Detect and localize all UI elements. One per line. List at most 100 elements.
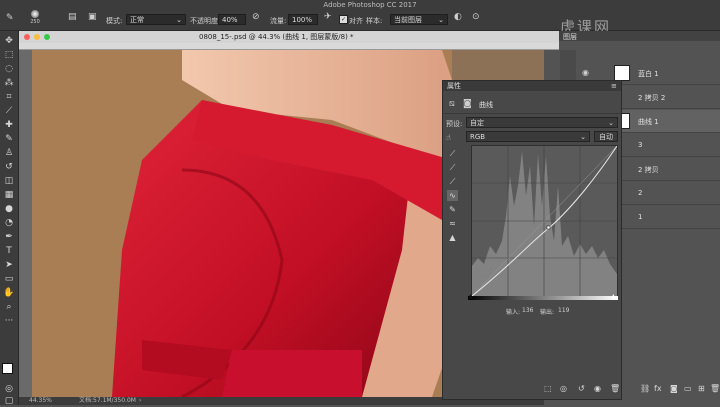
lasso-tool-icon[interactable]: ◌ xyxy=(3,63,15,75)
more-tools-icon[interactable]: ··· xyxy=(3,315,15,327)
eyedropper-tool-icon[interactable]: ⟋ xyxy=(3,105,15,117)
align-label: 对齐 xyxy=(349,17,363,25)
layer-name: 3 xyxy=(638,141,643,149)
flow-label: 流量: xyxy=(270,17,287,25)
set-gray-point-icon[interactable]: ⟋ xyxy=(447,162,458,173)
edit-points-icon[interactable]: ∿ xyxy=(447,190,458,201)
pressure-opacity-icon[interactable]: ⊘ xyxy=(252,12,260,22)
zoom-tool-icon[interactable]: ⌕ xyxy=(3,301,15,313)
airbrush-icon[interactable]: ✈ xyxy=(324,12,332,22)
new-layer-icon[interactable]: ⊞ xyxy=(698,384,705,393)
ignore-adjustment-icon[interactable]: ◐ xyxy=(454,12,462,22)
output-value[interactable]: 119 xyxy=(558,307,569,314)
opacity-value: 40% xyxy=(222,16,238,24)
pressure-size-icon[interactable]: ⊙ xyxy=(472,12,480,22)
brush-preset-picker[interactable]: 250 xyxy=(26,8,44,26)
white-slider-icon[interactable]: ▲ xyxy=(611,293,616,300)
magic-wand-tool-icon[interactable]: ⁂ xyxy=(3,77,15,89)
preset-select[interactable]: 自定 ⌄ xyxy=(466,117,618,128)
draw-curve-icon[interactable]: ✎ xyxy=(447,204,458,215)
screen-mode-icon[interactable]: ▢ xyxy=(3,395,15,407)
gradient-tool-icon[interactable]: ▦ xyxy=(3,189,15,201)
opacity-field[interactable]: 40% xyxy=(218,14,246,25)
clone-stamp-tool-icon[interactable]: ♙ xyxy=(3,147,15,159)
properties-title: 属性 xyxy=(447,82,461,90)
add-mask-icon[interactable]: ◙ xyxy=(670,384,678,393)
align-checkbox[interactable]: ✓ xyxy=(339,15,348,24)
channel-select[interactable]: RGB ⌄ xyxy=(466,131,590,142)
sample-label: 样本: xyxy=(366,17,383,25)
curves-histogram xyxy=(471,145,618,297)
mode-value: 正常 xyxy=(130,16,144,24)
auto-button[interactable]: 自动 xyxy=(594,131,618,142)
trash-icon[interactable]: 🗑 xyxy=(710,384,720,393)
view-previous-state-icon[interactable]: ◎ xyxy=(560,384,567,393)
eraser-tool-icon[interactable]: ◫ xyxy=(3,175,15,187)
curves-adjustment-icon[interactable]: ⧅ xyxy=(449,99,455,109)
minimize-window-icon[interactable] xyxy=(34,34,40,40)
brush-tool-icon[interactable]: ✎ xyxy=(6,13,14,23)
shape-tool-icon[interactable]: ▭ xyxy=(3,273,15,285)
chevron-down-icon: ⌄ xyxy=(608,119,614,127)
move-tool-icon[interactable]: ✥ xyxy=(3,35,15,47)
toggle-brush-panel-icon[interactable]: ▤ xyxy=(68,12,77,22)
history-brush-tool-icon[interactable]: ↺ xyxy=(3,161,15,173)
adjustment-type-row: ⧅ ◙ 曲线 xyxy=(443,95,621,114)
target-adjust-icon[interactable]: ☝ xyxy=(446,133,451,142)
delete-adjustment-icon[interactable]: 🗑 xyxy=(610,384,620,393)
sample-value: 当前图层 xyxy=(394,16,422,24)
brush-size: 250 xyxy=(30,19,40,25)
tab-layers[interactable]: 图层 xyxy=(563,32,577,42)
output-label: 输出: xyxy=(540,309,555,316)
app-title: Adobe Photoshop CC 2017 xyxy=(323,1,417,9)
input-label: 输入: xyxy=(506,309,521,316)
mode-label: 模式: xyxy=(106,17,123,25)
brush-tool-icon[interactable]: ✎ xyxy=(3,133,15,145)
chevron-down-icon: ⌄ xyxy=(176,16,182,24)
foreground-color-swatch[interactable] xyxy=(2,363,13,374)
mask-icon[interactable]: ◙ xyxy=(463,99,472,109)
mode-select[interactable]: 正常 ⌄ xyxy=(126,14,186,25)
document-title: 0808_15-.psd @ 44.3% (曲线 1, 图层蒙版/8) * xyxy=(199,33,354,41)
path-selection-tool-icon[interactable]: ➤ xyxy=(3,259,15,271)
maximize-window-icon[interactable] xyxy=(44,34,50,40)
set-white-point-icon[interactable]: ⟋ xyxy=(447,176,458,187)
dodge-tool-icon[interactable]: ◔ xyxy=(3,217,15,229)
input-gradient-bar xyxy=(468,296,618,300)
clone-source-icon[interactable]: ▣ xyxy=(88,12,97,22)
black-slider-icon[interactable]: ▲ xyxy=(468,293,473,300)
flow-value: 100% xyxy=(292,16,313,24)
set-black-point-icon[interactable]: ⟋ xyxy=(447,148,458,159)
pen-tool-icon[interactable]: ✒ xyxy=(3,231,15,243)
toggle-visibility-icon[interactable]: ◉ xyxy=(594,384,601,393)
clipping-warning-icon[interactable]: ▲ xyxy=(447,232,458,243)
adjustment-name: 曲线 xyxy=(479,101,493,109)
status-menu-icon[interactable]: › xyxy=(139,397,141,405)
layer-style-icon[interactable]: fx xyxy=(654,384,662,393)
clip-to-layer-icon[interactable]: ⬚ xyxy=(544,384,552,393)
new-group-icon[interactable]: ▭ xyxy=(684,384,692,393)
reset-adjustment-icon[interactable]: ↺ xyxy=(578,384,585,393)
layer-thumbnail xyxy=(614,65,630,81)
flow-field[interactable]: 100% xyxy=(288,14,318,25)
panel-menu-icon[interactable]: ≡ xyxy=(611,81,617,91)
eye-icon[interactable]: ◉ xyxy=(582,68,589,77)
layer-name: 2 xyxy=(638,189,643,197)
sample-select[interactable]: 当前图层 ⌄ xyxy=(390,14,448,25)
preset-label: 预设: xyxy=(446,120,463,128)
curves-graph[interactable] xyxy=(471,145,618,297)
crop-tool-icon[interactable]: ⌗ xyxy=(3,91,15,103)
zoom-level[interactable]: 44.35% xyxy=(29,397,52,405)
type-tool-icon[interactable]: T xyxy=(3,245,15,257)
channel-value: RGB xyxy=(470,133,486,141)
blur-tool-icon[interactable]: ● xyxy=(3,203,15,215)
link-layers-icon[interactable]: ⛓ xyxy=(640,384,650,393)
input-value[interactable]: 136 xyxy=(522,307,533,314)
close-window-icon[interactable] xyxy=(24,34,30,40)
hand-tool-icon[interactable]: ✋ xyxy=(3,287,15,299)
healing-brush-tool-icon[interactable]: ✚ xyxy=(3,119,15,131)
quick-mask-icon[interactable]: ◎ xyxy=(3,383,15,395)
marquee-tool-icon[interactable]: ⬚ xyxy=(3,49,15,61)
smooth-curve-icon[interactable]: ≈ xyxy=(447,218,458,229)
layer-name: 蓝白 1 xyxy=(638,70,659,78)
